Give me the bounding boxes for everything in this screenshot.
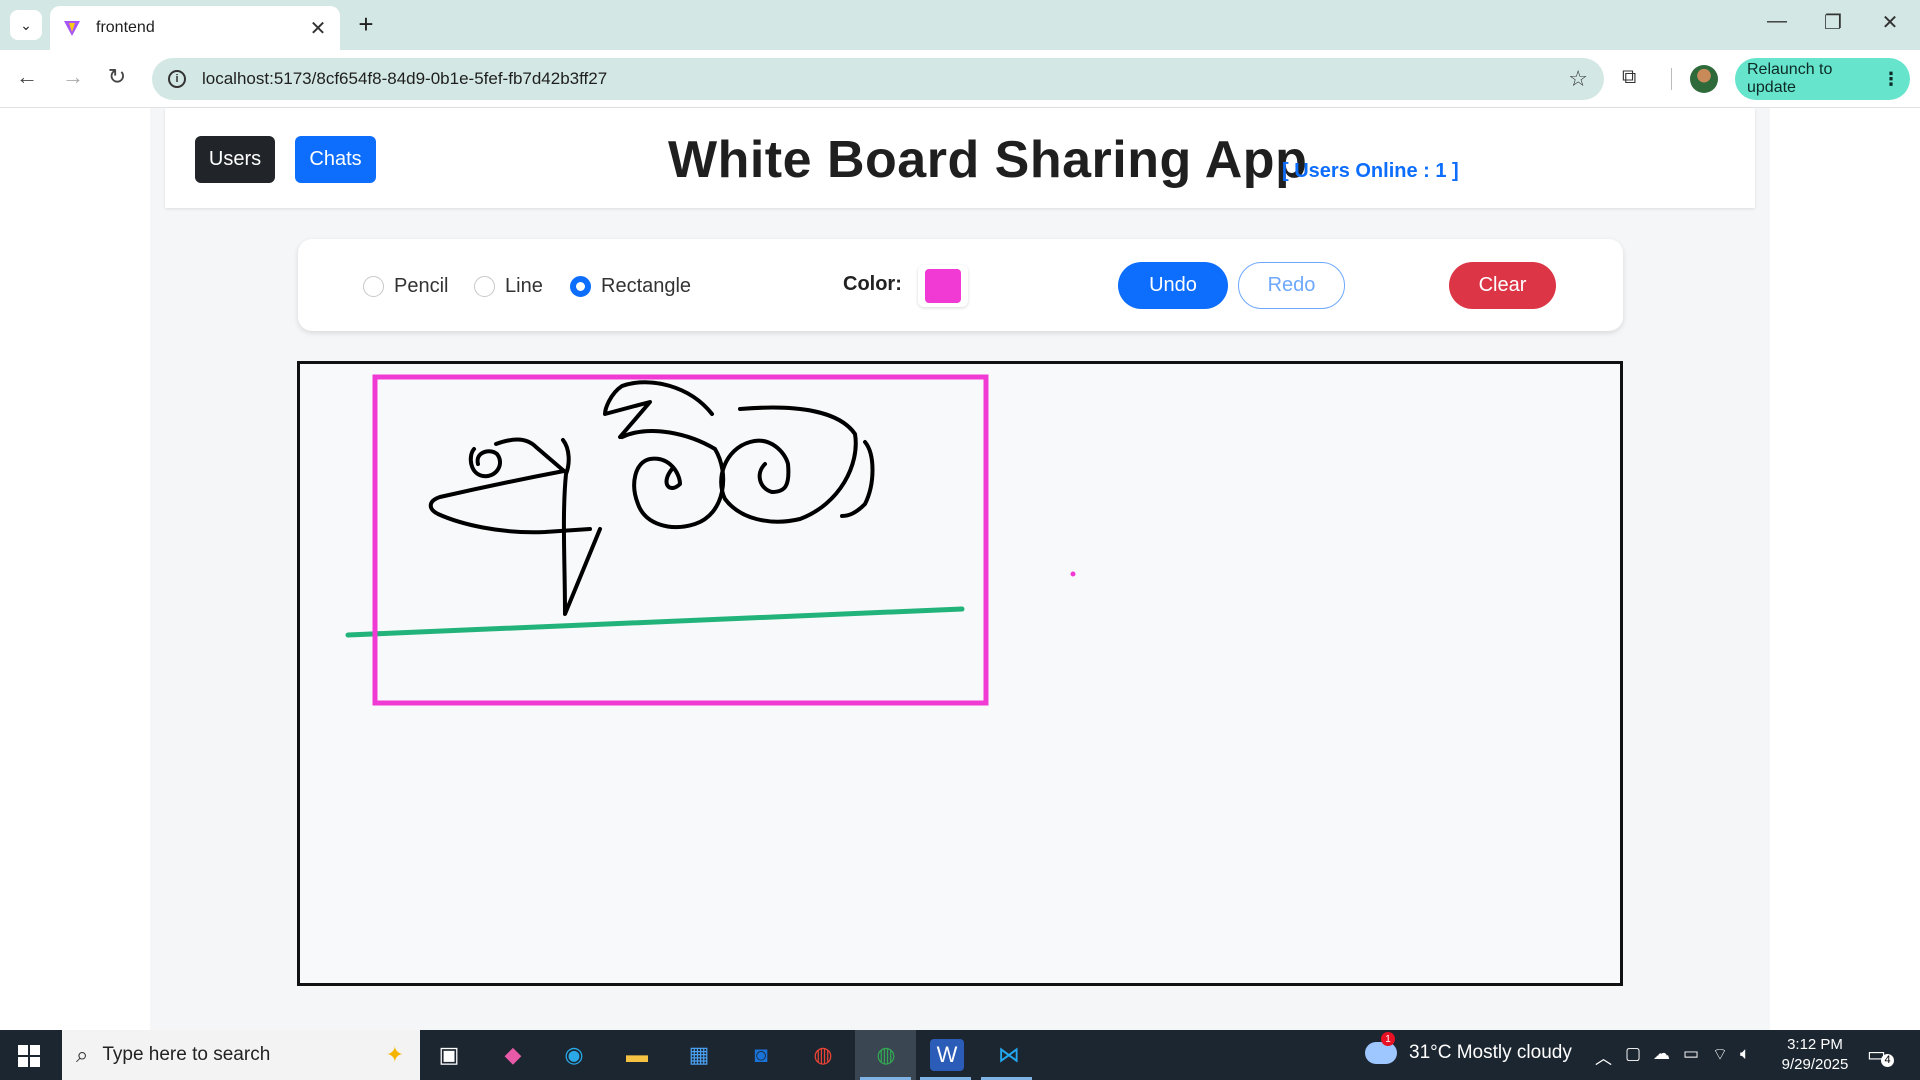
browser-tab[interactable]: frontend ✕ <box>50 6 340 50</box>
file-explorer-icon[interactable]: ▬ <box>620 1039 654 1071</box>
tool-pencil-option[interactable]: Pencil <box>363 275 448 298</box>
system-clock[interactable]: 3:12 PM 9/29/2025 <box>1770 1035 1860 1075</box>
copilot-icon[interactable]: ◆ <box>496 1039 530 1071</box>
weather-text: 31°C Mostly cloudy <box>1409 1042 1572 1063</box>
color-label: Color: <box>843 273 902 295</box>
undo-button[interactable]: Undo <box>1118 262 1228 309</box>
meet-icon[interactable]: ▢ <box>1625 1044 1641 1064</box>
line-label: Line <box>505 275 543 297</box>
tab-close-icon[interactable]: ✕ <box>308 16 328 41</box>
site-info-icon[interactable]: i <box>168 70 186 88</box>
rectangle-label: Rectangle <box>601 275 692 297</box>
more-menu-icon[interactable]: ⋮ <box>1882 69 1900 90</box>
forward-arrow-icon[interactable]: → <box>58 64 88 90</box>
cloud-icon: 1 <box>1365 1032 1397 1064</box>
copilot-sparkle-icon: ✦ <box>385 1042 404 1067</box>
volume-icon[interactable]: 🔈︎ <box>1740 1044 1750 1064</box>
back-arrow-icon[interactable]: ← <box>12 64 42 90</box>
search-icon: ⌕ <box>76 1042 89 1067</box>
chrome-profile-icon[interactable]: ◍ <box>806 1039 840 1071</box>
edge-icon[interactable]: ◉ <box>557 1039 591 1071</box>
profile-avatar[interactable] <box>1690 65 1718 93</box>
pencil-stroke <box>603 380 714 439</box>
chats-button[interactable]: Chats <box>295 136 376 183</box>
new-tab-plus-icon[interactable]: + <box>352 11 380 37</box>
outlook-icon[interactable]: ◙ <box>744 1039 778 1071</box>
pencil-stroke <box>620 429 726 530</box>
notification-count: 4 <box>1881 1054 1894 1067</box>
pencil-stroke <box>468 447 502 479</box>
rectangle-radio[interactable] <box>570 276 591 297</box>
canvas-drawing <box>345 374 1076 706</box>
vite-favicon-icon <box>64 21 80 36</box>
tab-title: frontend <box>96 19 155 36</box>
app-title: White Board Sharing App <box>668 131 1308 189</box>
weather-widget[interactable]: 1 31°C Mostly cloudy <box>1365 1032 1572 1064</box>
line-radio[interactable] <box>474 276 495 297</box>
pencil-label: Pencil <box>394 275 449 297</box>
redo-button[interactable]: Redo <box>1238 262 1345 309</box>
pencil-stroke <box>719 405 858 524</box>
search-placeholder: Type here to search <box>102 1044 271 1065</box>
color-picker[interactable] <box>918 265 968 307</box>
window-close-icon[interactable]: ✕ <box>1875 10 1905 35</box>
weather-badge: 1 <box>1381 1032 1395 1046</box>
pencil-stroke <box>494 437 566 473</box>
browser-tab-bar: ⌄ frontend ✕ + — ❐ ✕ <box>0 0 1920 50</box>
onedrive-cloud-icon[interactable]: ☁ <box>1653 1044 1670 1064</box>
restore-icon[interactable]: ❐ <box>1818 10 1848 35</box>
word-icon[interactable]: W <box>930 1039 964 1071</box>
omnibox[interactable]: i localhost:5173/8cf654f8-84d9-0b1e-5fef… <box>152 58 1604 100</box>
tray-chevron-icon[interactable]: ︿ <box>1595 1044 1612 1069</box>
line-stroke <box>345 606 965 638</box>
users-online-count: [ Users Online : 1 ] <box>1282 160 1459 182</box>
task-view-icon[interactable]: ▣ <box>432 1039 466 1071</box>
notifications-icon[interactable]: ▭ 4 <box>1867 1042 1894 1067</box>
clear-button[interactable]: Clear <box>1449 262 1556 309</box>
reload-icon[interactable]: ↻ <box>102 64 132 90</box>
taskbar-search[interactable]: ⌕ Type here to search ✦ <box>62 1030 420 1080</box>
chrome-icon[interactable]: ◍ <box>869 1039 903 1071</box>
tool-line-option[interactable]: Line <box>474 275 543 298</box>
microsoft-store-icon[interactable]: ▦ <box>682 1039 716 1071</box>
url-text[interactable]: localhost:5173/8cf654f8-84d9-0b1e-5fef-f… <box>202 69 1568 89</box>
extensions-puzzle-icon[interactable]: ⧉ <box>1622 66 1636 89</box>
tool-rectangle-option[interactable]: Rectangle <box>570 275 691 298</box>
clock-time: 3:12 PM <box>1787 1036 1843 1053</box>
wifi-icon[interactable]: ⌔ <box>1712 1044 1728 1065</box>
rectangle-stroke <box>372 374 989 706</box>
toolbar-divider <box>1671 68 1672 90</box>
relaunch-label: Relaunch to update <box>1747 61 1833 96</box>
color-dot <box>1070 571 1076 577</box>
battery-icon[interactable]: ▭ <box>1683 1044 1699 1064</box>
tab-list-chevron-icon[interactable]: ⌄ <box>10 10 42 40</box>
clock-date: 9/29/2025 <box>1781 1056 1849 1073</box>
minimize-icon[interactable]: — <box>1762 10 1792 33</box>
relaunch-update-button[interactable]: Relaunch to update ⋮ <box>1735 58 1910 100</box>
bookmark-star-icon[interactable]: ☆ <box>1568 66 1588 92</box>
vscode-icon[interactable]: ⋈ <box>992 1039 1026 1071</box>
windows-taskbar: ⌕ Type here to search ✦ ▣ ◆ ◉ ▬ ▦ ◙ ◍ ◍ … <box>0 1030 1920 1080</box>
whiteboard-canvas[interactable] <box>297 361 1623 986</box>
users-button[interactable]: Users <box>195 136 275 183</box>
pencil-stroke <box>561 438 602 616</box>
windows-start-icon[interactable] <box>18 1045 40 1067</box>
color-swatch <box>925 269 961 303</box>
pencil-radio[interactable] <box>363 276 384 297</box>
address-bar-row: ← → ↻ i localhost:5173/8cf654f8-84d9-0b1… <box>0 50 1920 108</box>
